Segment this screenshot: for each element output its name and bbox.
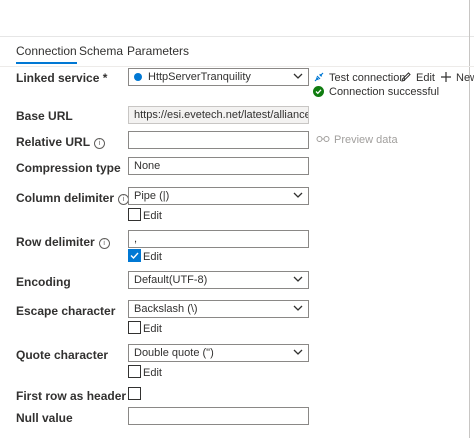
- test-connection-label: Test connection: [329, 72, 406, 84]
- connection-status: Connection successful: [313, 86, 439, 98]
- base-url-field: https://esi.evetech.net/latest/alliances…: [128, 106, 309, 124]
- column-delimiter-label-text: Column delimiter: [16, 191, 115, 205]
- escape-character-edit-checkbox[interactable]: [128, 321, 141, 334]
- chevron-down-icon: [293, 305, 303, 311]
- relative-url-label: Relative URL i: [16, 135, 106, 149]
- first-row-header-checkbox[interactable]: [128, 387, 141, 400]
- row-delimiter-edit-label: Edit: [143, 251, 162, 263]
- tab-connection[interactable]: Connection: [16, 44, 77, 64]
- checkmark-icon: [130, 252, 139, 260]
- linked-service-select[interactable]: HttpServerTranquility: [128, 68, 309, 86]
- plus-icon: [441, 72, 451, 82]
- test-connection-button[interactable]: Test connection: [313, 71, 405, 84]
- relative-url-input[interactable]: [128, 131, 309, 149]
- compression-type-select[interactable]: None: [128, 157, 309, 175]
- null-value-label: Null value: [16, 411, 73, 425]
- encoding-value: Default(UTF-8): [134, 274, 208, 286]
- tab-schema[interactable]: Schema: [79, 44, 123, 58]
- encoding-select[interactable]: Default(UTF-8): [128, 271, 309, 289]
- linked-service-label: Linked service *: [16, 71, 108, 85]
- tab-divider: [0, 66, 474, 67]
- chevron-down-icon: [293, 349, 303, 355]
- connection-status-text: Connection successful: [329, 86, 440, 98]
- row-delimiter-label-text: Row delimiter: [16, 235, 95, 249]
- column-delimiter-edit-checkbox[interactable]: [128, 208, 141, 221]
- info-icon: i: [94, 138, 106, 149]
- first-row-header-label: First row as header: [16, 389, 127, 403]
- column-delimiter-label: Column delimiter i: [16, 191, 130, 205]
- chevron-down-icon: [293, 192, 303, 198]
- new-linked-service-button[interactable]: New: [440, 71, 474, 84]
- top-bar: [0, 0, 474, 37]
- encoding-label: Encoding: [16, 275, 71, 289]
- glasses-icon: [316, 136, 330, 142]
- quote-character-edit-label: Edit: [143, 367, 162, 379]
- row-delimiter-input[interactable]: ,: [128, 230, 309, 248]
- edit-linked-service-button[interactable]: Edit: [400, 71, 435, 84]
- check-circle-icon: [313, 86, 324, 97]
- escape-character-label: Escape character: [16, 304, 116, 318]
- compression-type-label: Compression type: [16, 161, 121, 175]
- chevron-down-icon: [293, 73, 303, 79]
- relative-url-label-text: Relative URL: [16, 135, 91, 149]
- preview-data-label: Preview data: [334, 134, 398, 146]
- escape-character-value: Backslash (\): [134, 303, 198, 315]
- quote-character-select[interactable]: Double quote ("): [128, 344, 309, 362]
- chevron-down-icon: [293, 276, 303, 282]
- row-delimiter-label: Row delimiter i: [16, 235, 110, 249]
- quote-character-label: Quote character: [16, 348, 109, 362]
- column-delimiter-select[interactable]: Pipe (|): [128, 187, 309, 205]
- pencil-icon: [401, 72, 411, 82]
- column-delimiter-edit-label: Edit: [143, 210, 162, 222]
- base-url-label: Base URL: [16, 109, 73, 123]
- escape-character-select[interactable]: Backslash (\): [128, 300, 309, 318]
- new-label: New: [456, 72, 474, 84]
- quote-character-edit-checkbox[interactable]: [128, 365, 141, 378]
- linked-service-icon: [134, 73, 142, 81]
- linked-service-value: HttpServerTranquility: [148, 71, 251, 83]
- escape-character-edit-label: Edit: [143, 323, 162, 335]
- plug-icon: [314, 72, 324, 82]
- edit-label: Edit: [416, 72, 435, 84]
- info-icon: i: [98, 238, 110, 249]
- column-delimiter-value: Pipe (|): [134, 190, 170, 202]
- preview-data-button[interactable]: Preview data: [316, 134, 398, 146]
- tab-parameters[interactable]: Parameters: [127, 44, 189, 58]
- null-value-input[interactable]: [128, 407, 309, 425]
- row-delimiter-edit-checkbox[interactable]: [128, 249, 141, 262]
- quote-character-value: Double quote ("): [134, 347, 214, 359]
